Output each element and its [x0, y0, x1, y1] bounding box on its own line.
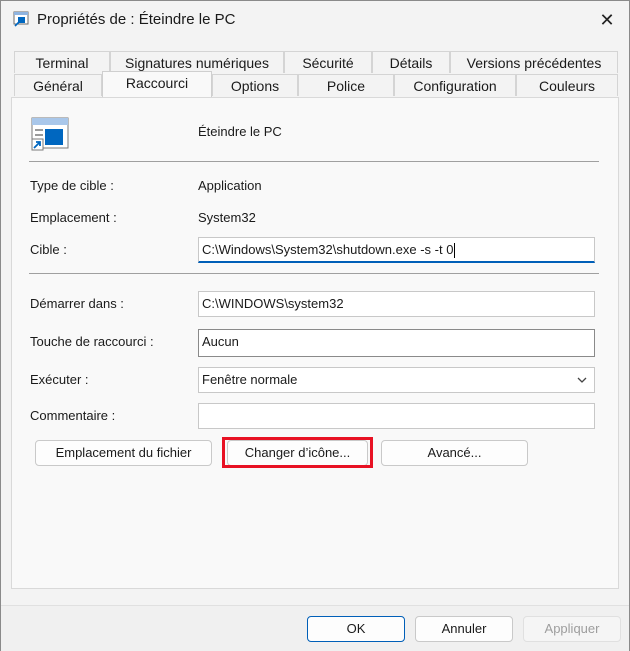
hotkey-label: Touche de raccourci :: [30, 334, 154, 349]
apply-button[interactable]: Appliquer: [523, 616, 621, 642]
tab-couleurs[interactable]: Couleurs: [516, 74, 618, 96]
tab-general[interactable]: Général: [14, 74, 102, 96]
highlight-box: [222, 437, 373, 468]
comment-input[interactable]: [198, 403, 595, 429]
tab-configuration[interactable]: Configuration: [394, 74, 516, 96]
tab-terminal[interactable]: Terminal: [14, 51, 110, 73]
run-select-value: Fenêtre normale: [202, 372, 298, 387]
properties-window: Propriétés de : Éteindre le PC ✕ Termina…: [0, 0, 630, 651]
tab-police[interactable]: Police: [298, 74, 394, 96]
target-type-value: Application: [198, 178, 262, 193]
start-in-input[interactable]: C:\WINDOWS\system32: [198, 291, 595, 317]
separator: [29, 273, 599, 274]
tab-raccourci[interactable]: Raccourci: [102, 71, 212, 97]
run-select[interactable]: Fenêtre normale: [198, 367, 595, 393]
shortcut-window-icon: [31, 117, 69, 151]
target-input-value: C:\Windows\System32\shutdown.exe -s -t 0: [202, 242, 454, 257]
tab-details[interactable]: Détails: [372, 51, 450, 73]
target-input[interactable]: C:\Windows\System32\shutdown.exe -s -t 0: [198, 237, 595, 263]
shortcut-window-icon: [13, 11, 29, 27]
location-label: Emplacement :: [30, 210, 117, 225]
target-type-label: Type de cible :: [30, 178, 114, 193]
separator: [29, 161, 599, 162]
title-bar: Propriétés de : Éteindre le PC ✕: [1, 1, 629, 37]
tab-versions-precedentes[interactable]: Versions précédentes: [450, 51, 618, 73]
target-label: Cible :: [30, 242, 67, 257]
window-title: Propriétés de : Éteindre le PC: [37, 11, 236, 28]
close-icon: ✕: [599, 9, 615, 30]
hotkey-input[interactable]: Aucun: [198, 329, 595, 357]
cancel-button[interactable]: Annuler: [415, 616, 513, 642]
run-label: Exécuter :: [30, 372, 89, 387]
tab-options[interactable]: Options: [212, 74, 298, 96]
chevron-down-icon: [577, 377, 587, 383]
tab-securite[interactable]: Sécurité: [284, 51, 372, 73]
close-button[interactable]: ✕: [591, 7, 623, 33]
comment-label: Commentaire :: [30, 408, 116, 423]
open-file-location-button[interactable]: Emplacement du fichier: [35, 440, 212, 466]
text-caret: [454, 243, 456, 259]
tab-signatures-numeriques[interactable]: Signatures numériques: [110, 51, 284, 73]
ok-button[interactable]: OK: [307, 616, 405, 642]
location-value: System32: [198, 210, 256, 225]
start-in-label: Démarrer dans :: [30, 296, 124, 311]
advanced-button[interactable]: Avancé...: [381, 440, 528, 466]
shortcut-name: Éteindre le PC: [198, 124, 282, 139]
